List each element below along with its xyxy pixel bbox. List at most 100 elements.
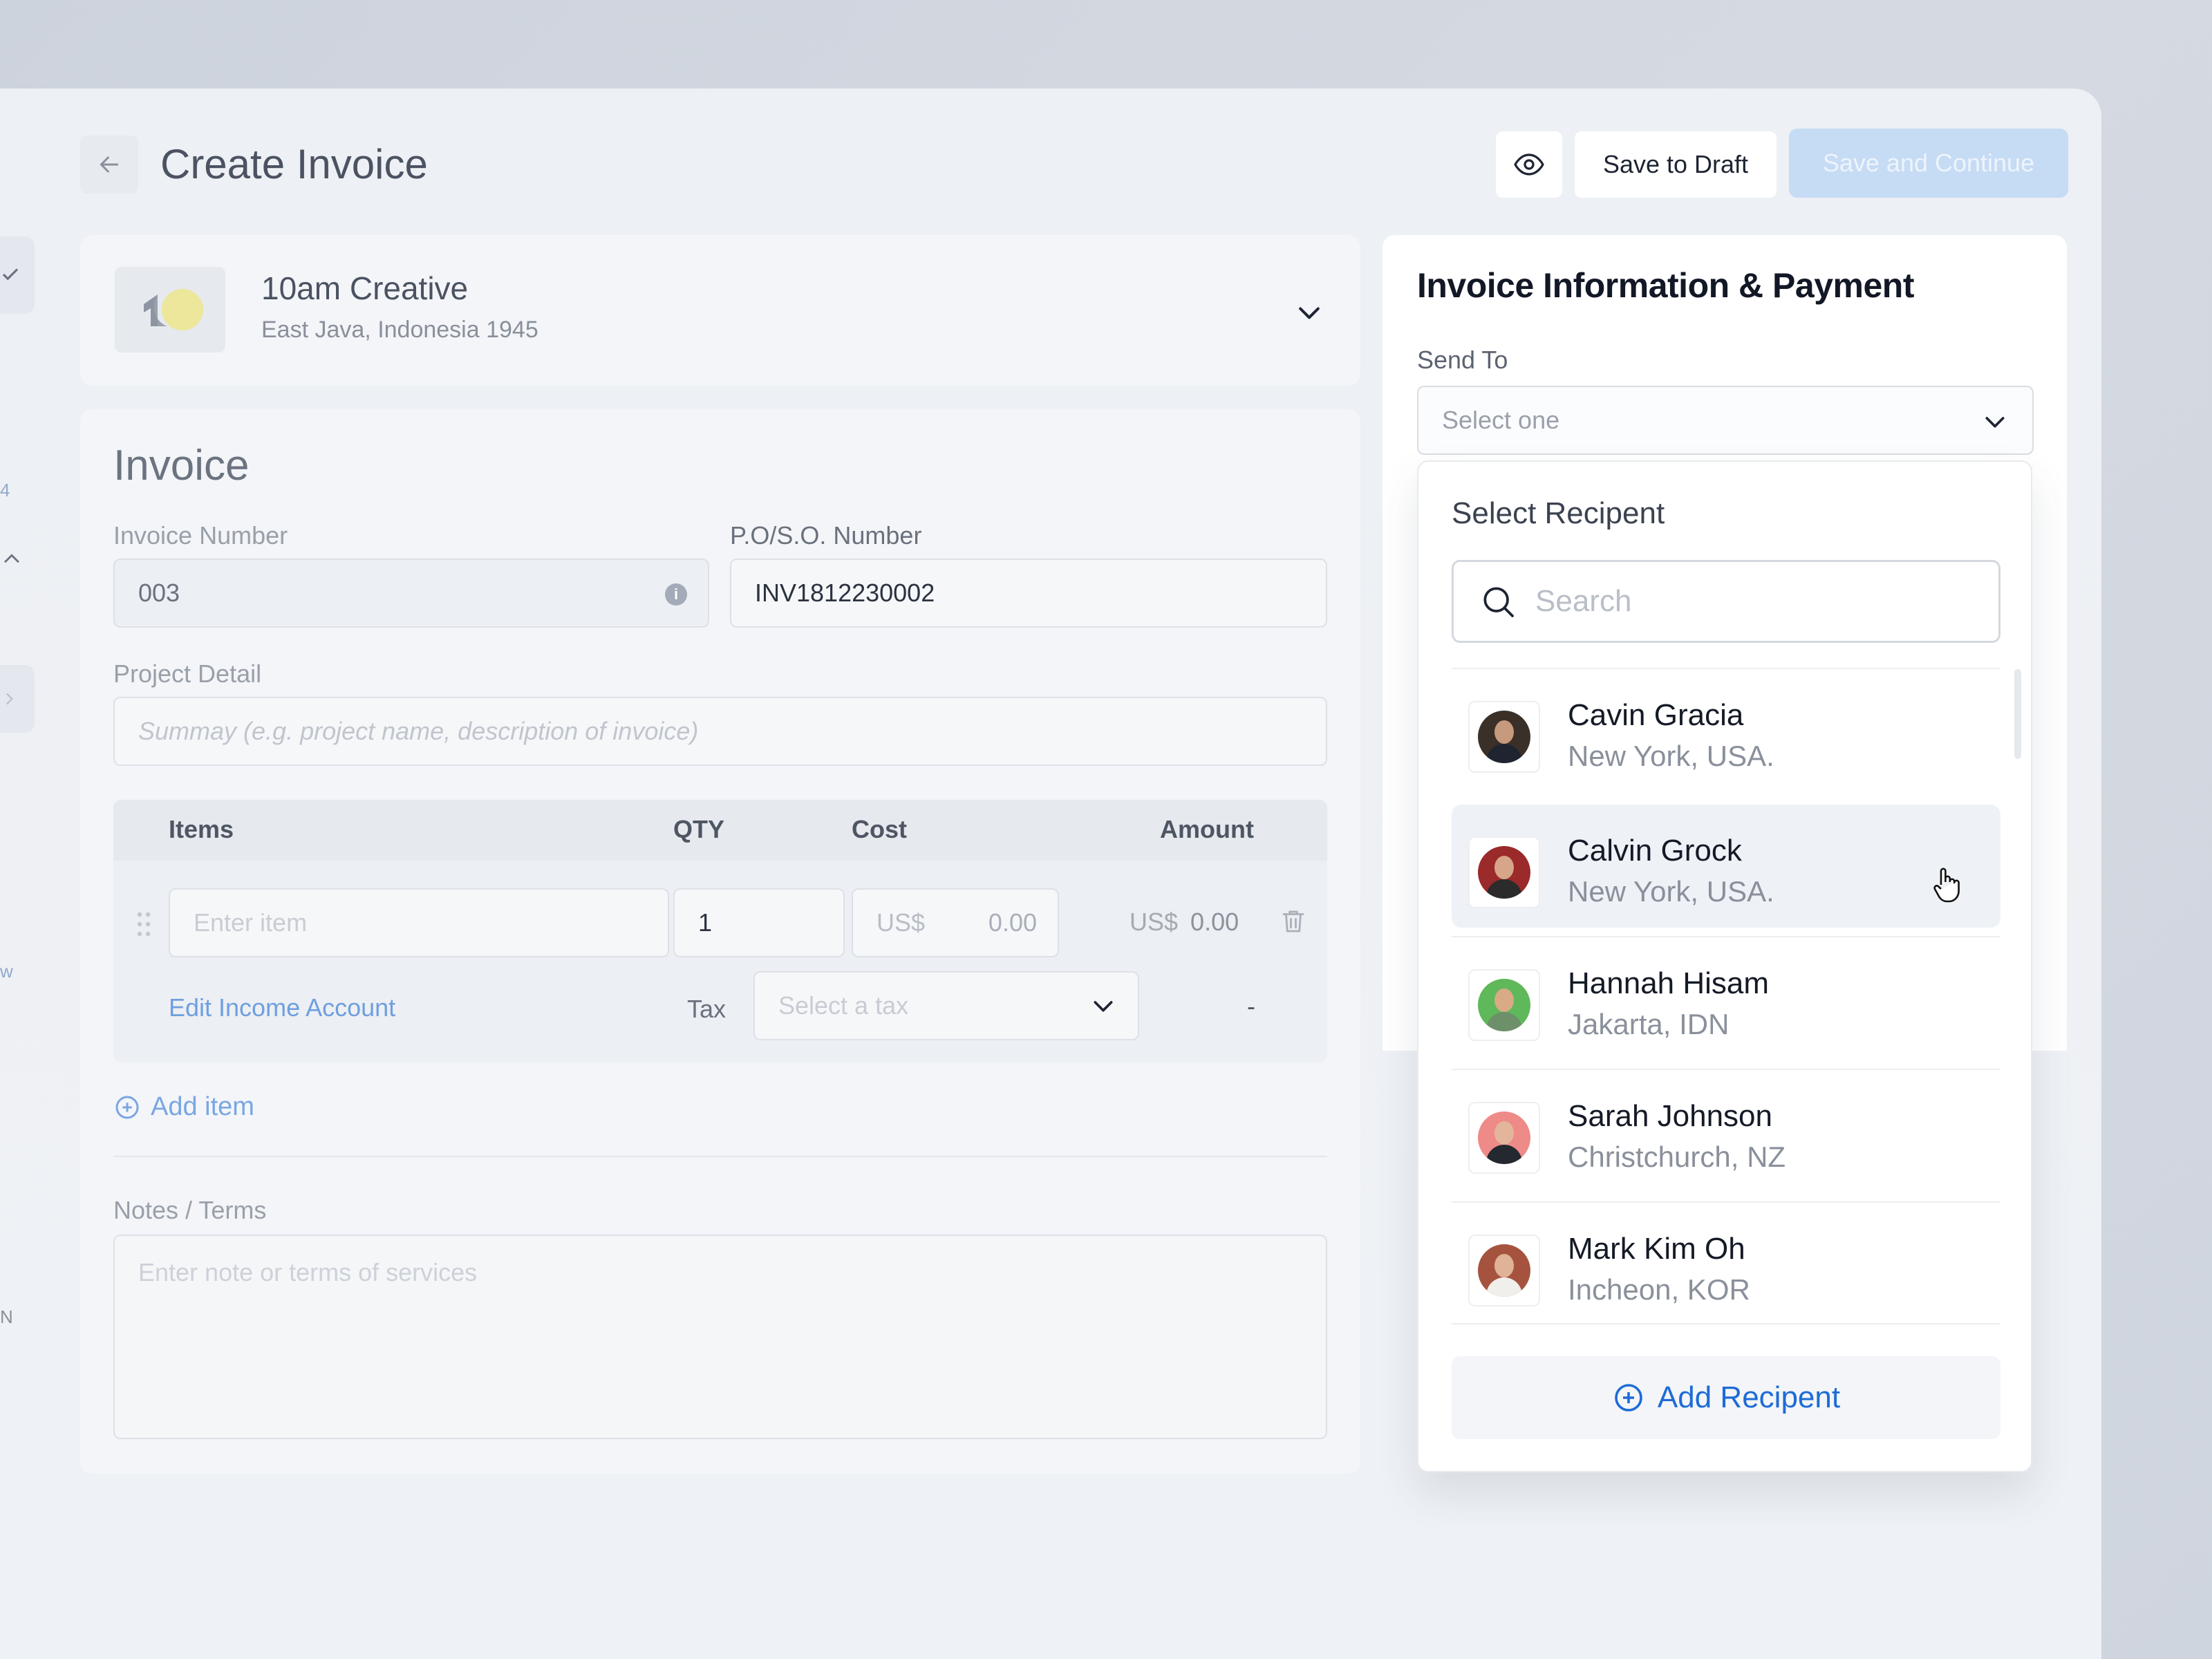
- recipient-item[interactable]: Sarah Johnson Christchurch, NZ: [1452, 1069, 2000, 1192]
- invoice-number-field[interactable]: 003 i: [113, 559, 709, 628]
- avatar-frame: [1468, 1235, 1540, 1306]
- send-to-label: Send To: [1417, 346, 1508, 374]
- add-recipient-label: Add Recipent: [1657, 1380, 1841, 1414]
- project-detail-field[interactable]: Summay (e.g. project name, description o…: [113, 697, 1327, 766]
- amount-value: 0.00: [1190, 908, 1239, 936]
- avatar-frame: [1468, 969, 1540, 1041]
- item-cost-input[interactable]: US$ 0.00: [852, 888, 1059, 957]
- tax-placeholder: Select a tax: [778, 991, 909, 1020]
- avatar: [1478, 979, 1530, 1031]
- rail-item-expand[interactable]: [0, 665, 35, 733]
- amount-currency: US$: [1130, 908, 1179, 936]
- recipient-search-input[interactable]: Search: [1452, 560, 2000, 643]
- project-detail-placeholder: Summay (e.g. project name, description o…: [138, 717, 699, 745]
- cost-currency: US$: [877, 908, 926, 937]
- cost-value: 0.00: [988, 908, 1037, 937]
- company-selector[interactable]: 10am Creative East Java, Indonesia 1945: [80, 235, 1360, 386]
- dropdown-scrollbar[interactable]: [2014, 669, 2021, 759]
- tax-label: Tax: [687, 995, 727, 1023]
- invoice-number-label: Invoice Number: [113, 521, 288, 550]
- po-number-value: INV1812230002: [755, 579, 935, 607]
- item-name-input[interactable]: Enter item: [169, 888, 669, 957]
- plus-circle-icon: [115, 1096, 139, 1118]
- recipient-name: Calvin Grock: [1568, 834, 1742, 868]
- notes-textarea[interactable]: Enter note or terms of services: [113, 1235, 1327, 1439]
- save-to-draft-button[interactable]: Save to Draft: [1575, 131, 1777, 198]
- recipient-dropdown: Select Recipent Search Cavin Gracia New …: [1417, 460, 2032, 1472]
- rail-item-check[interactable]: [0, 236, 35, 314]
- items-table: Items QTY Cost Amount Enter item 1 US$ 0…: [113, 800, 1327, 1062]
- drag-handle-icon[interactable]: [134, 910, 153, 938]
- project-detail-label: Project Detail: [113, 659, 262, 688]
- chevron-up-icon[interactable]: [0, 547, 24, 571]
- notes-placeholder: Enter note or terms of services: [138, 1258, 478, 1286]
- dropdown-title: Select Recipent: [1452, 496, 1665, 530]
- back-button[interactable]: [80, 135, 138, 194]
- po-number-field[interactable]: INV1812230002: [730, 559, 1327, 628]
- tax-amount: -: [1247, 992, 1255, 1020]
- tax-select[interactable]: Select a tax: [753, 971, 1139, 1040]
- avatar: [1478, 1244, 1530, 1297]
- item-qty-value: 1: [698, 908, 713, 937]
- save-and-continue-button[interactable]: Save and Continue: [1789, 129, 2068, 198]
- chevron-down-icon: [1299, 307, 1320, 319]
- avatar-frame: [1468, 836, 1540, 908]
- items-table-header: Items QTY Cost Amount: [113, 800, 1327, 861]
- recipient-item[interactable]: Mark Kim Oh Incheon, KOR: [1452, 1201, 2000, 1324]
- column-qty: QTY: [673, 815, 725, 843]
- divider: [113, 1156, 1327, 1157]
- send-to-select[interactable]: Select one: [1417, 386, 2034, 455]
- recipient-location: New York, USA.: [1568, 875, 1774, 908]
- plus-circle-icon: [1615, 1384, 1642, 1412]
- arrow-left-icon: [100, 156, 119, 173]
- notes-label: Notes / Terms: [113, 1196, 267, 1224]
- recipient-item[interactable]: Cavin Gracia New York, USA.: [1452, 668, 2000, 791]
- column-items: Items: [169, 815, 234, 843]
- preview-button[interactable]: [1496, 131, 1562, 198]
- avatar: [1478, 1112, 1530, 1164]
- recipient-name: Sarah Johnson: [1568, 1099, 1772, 1133]
- avatar: [1478, 711, 1530, 763]
- po-number-label: P.O/S.O. Number: [730, 521, 922, 550]
- panel-title: Invoice Information & Payment: [1417, 266, 1914, 305]
- recipient-name: Cavin Gracia: [1568, 698, 1744, 732]
- chevron-right-icon: [6, 693, 13, 705]
- check-icon: [2, 268, 19, 281]
- avatar-frame: [1468, 1102, 1540, 1174]
- item-name-placeholder: Enter item: [194, 908, 308, 937]
- recipient-name: Mark Kim Oh: [1568, 1232, 1745, 1266]
- rail-badge: w: [0, 961, 13, 982]
- recipient-name: Hannah Hisam: [1568, 966, 1770, 1000]
- section-title: Invoice: [113, 442, 250, 489]
- page-title: Create Invoice: [160, 141, 428, 187]
- recipient-item[interactable]: Hannah Hisam Jakarta, IDN: [1452, 936, 2000, 1059]
- company-logo: [115, 267, 225, 353]
- chevron-down-icon: [1094, 1001, 1113, 1012]
- recipient-location: Jakarta, IDN: [1568, 1008, 1730, 1040]
- recipient-item[interactable]: Calvin Grock New York, USA.: [1452, 805, 2000, 928]
- avatar-frame: [1468, 701, 1540, 773]
- invoice-form: Invoice Invoice Number 003 i P.O/S.O. Nu…: [80, 409, 1360, 1474]
- item-qty-input[interactable]: 1: [673, 888, 845, 957]
- recipient-location: New York, USA.: [1568, 740, 1774, 772]
- eye-icon: [1514, 153, 1544, 176]
- recipient-location: Incheon, KOR: [1568, 1273, 1750, 1306]
- company-address: East Java, Indonesia 1945: [261, 317, 538, 343]
- rail-badge: N: [0, 1306, 13, 1327]
- company-name: 10am Creative: [261, 270, 469, 306]
- column-cost: Cost: [852, 815, 907, 843]
- search-icon: [1483, 587, 1514, 617]
- avatar: [1478, 846, 1530, 899]
- add-item-button[interactable]: Add item: [113, 1092, 254, 1122]
- edit-income-account-link[interactable]: Edit Income Account: [169, 993, 395, 1022]
- add-recipient-button[interactable]: Add Recipent: [1452, 1356, 2000, 1439]
- info-icon[interactable]: i: [665, 583, 687, 606]
- rail-badge: 4: [0, 480, 10, 500]
- item-amount: US$ 0.00: [1130, 908, 1239, 937]
- chevron-down-icon: [1985, 417, 2005, 428]
- trash-icon[interactable]: [1279, 906, 1308, 937]
- add-item-label: Add item: [151, 1092, 254, 1121]
- recipient-location: Christchurch, NZ: [1568, 1141, 1786, 1173]
- invoice-number-value: 003: [138, 579, 180, 607]
- hand-pointer-icon: [1933, 868, 1960, 903]
